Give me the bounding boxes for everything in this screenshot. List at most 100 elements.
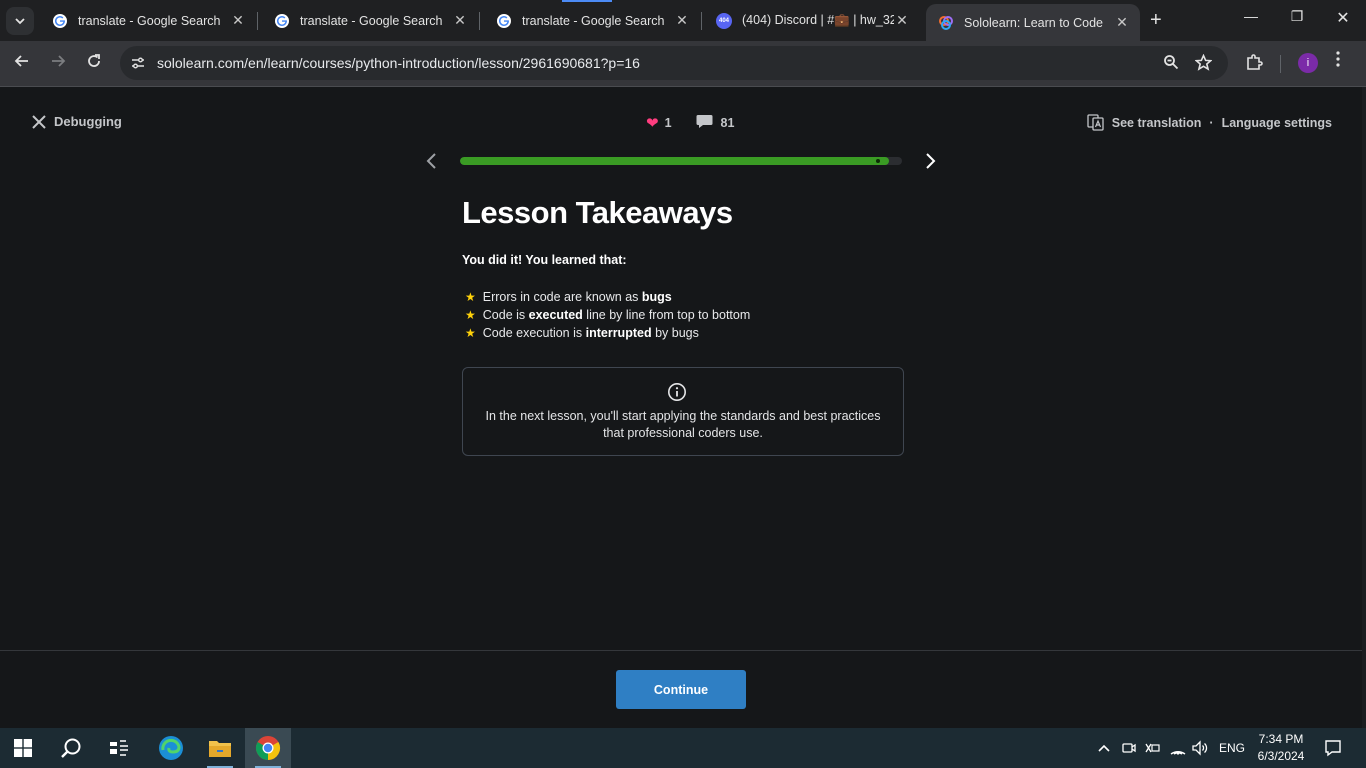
tab-divider	[479, 12, 480, 30]
google-icon	[274, 13, 290, 29]
clock[interactable]: 7:34 PM 6/3/2024	[1248, 731, 1314, 765]
lesson-intro: You did it! You learned that:	[462, 253, 627, 267]
url-text: sololearn.com/en/learn/courses/python-in…	[157, 55, 640, 71]
star-icon: ★	[465, 290, 476, 304]
takeaway-keyword: interrupted	[585, 326, 652, 340]
minimize-icon[interactable]: —	[1236, 8, 1266, 24]
scrollbar[interactable]	[1362, 87, 1366, 728]
tab-title: Sololearn: Learn to Code	[964, 15, 1103, 30]
close-tab-icon[interactable]: ✕	[230, 12, 246, 29]
close-tab-icon[interactable]: ✕	[894, 12, 910, 29]
lesson-page: Debugging ❤ 1 81 See translation · Langu…	[0, 87, 1366, 728]
star-icon: ★	[465, 326, 476, 340]
clock-date: 6/3/2024	[1257, 749, 1305, 763]
search-icon[interactable]	[48, 728, 94, 768]
clock-time: 7:34 PM	[1258, 732, 1304, 746]
wifi-icon[interactable]	[1169, 728, 1187, 768]
lesson-progress-bar	[460, 157, 902, 165]
forward-icon[interactable]	[47, 53, 69, 73]
chevron-left-icon	[426, 153, 436, 169]
more-menu-icon[interactable]	[1336, 51, 1340, 67]
close-icon	[32, 114, 46, 129]
close-tab-icon[interactable]: ✕	[452, 12, 468, 29]
profile-avatar[interactable]: i	[1298, 53, 1318, 73]
google-icon	[52, 13, 68, 29]
takeaway-keyword: bugs	[641, 290, 672, 304]
close-tab-icon[interactable]: ✕	[674, 12, 690, 29]
progress-marker	[876, 159, 880, 163]
progress-fill	[460, 157, 889, 165]
next-slide-button[interactable]	[922, 151, 938, 176]
tab-title: translate - Google Search	[300, 13, 443, 28]
chrome-icon[interactable]	[245, 728, 291, 768]
show-hidden-icons[interactable]	[1097, 728, 1111, 768]
tab-search-button[interactable]	[6, 7, 34, 35]
google-icon	[496, 13, 512, 29]
takeaway-item: ★ Errors in code are known as bugs	[465, 288, 750, 306]
browser-tab[interactable]: translate - Google Search ✕	[484, 4, 700, 37]
toolbar-divider	[1280, 55, 1281, 73]
takeaway-text: Code execution is	[482, 326, 586, 340]
takeaway-item: ★ Code execution is interrupted by bugs	[465, 324, 750, 342]
reload-icon[interactable]	[83, 53, 105, 73]
volume-icon[interactable]	[1191, 728, 1209, 768]
browser-toolbar: sololearn.com/en/learn/courses/python-in…	[0, 41, 1366, 86]
translation-controls: See translation · Language settings	[1087, 114, 1332, 131]
continue-button[interactable]: Continue	[616, 670, 746, 709]
site-info-icon[interactable]	[128, 53, 148, 73]
extensions-icon[interactable]	[1245, 53, 1263, 76]
lesson-title: Lesson Takeaways	[462, 195, 733, 230]
translate-icon	[1087, 114, 1104, 131]
comments-count[interactable]: 81	[721, 116, 735, 130]
camera-icon[interactable]	[1121, 728, 1137, 768]
tab-divider	[701, 12, 702, 30]
discord-404-icon: 404	[716, 12, 732, 29]
comment-icon[interactable]	[696, 114, 713, 132]
keyboard-icon[interactable]	[1144, 728, 1160, 768]
language-settings-link[interactable]: Language settings	[1222, 116, 1332, 130]
file-explorer-icon[interactable]	[197, 728, 243, 768]
tab-strip: translate - Google Search ✕ translate - …	[0, 0, 1366, 41]
tab-divider	[257, 12, 258, 30]
chevron-down-icon	[15, 18, 25, 25]
info-icon	[667, 382, 687, 407]
browser-tab-active[interactable]: Sololearn: Learn to Code ✕	[926, 4, 1140, 41]
back-icon[interactable]	[11, 53, 33, 73]
heart-icon[interactable]: ❤	[646, 114, 659, 132]
browser-tab[interactable]: translate - Google Search ✕	[40, 4, 256, 37]
browser-tab[interactable]: 404 (404) Discord | #💼 | hw_32 | ✕	[704, 4, 920, 37]
lesson-stats: ❤ 1 81	[646, 114, 734, 132]
previous-slide-button[interactable]	[424, 151, 440, 176]
see-translation-link[interactable]: See translation	[1112, 116, 1202, 130]
zoom-icon[interactable]	[1163, 54, 1179, 75]
task-view-icon[interactable]	[96, 728, 142, 768]
takeaway-item: ★ Code is executed line by line from top…	[465, 306, 750, 324]
address-bar[interactable]: sololearn.com/en/learn/courses/python-in…	[120, 46, 1228, 80]
takeaway-text: by bugs	[651, 326, 699, 340]
notifications-icon[interactable]	[1324, 728, 1342, 768]
tab-title: (404) Discord | #💼 | hw_32 |	[742, 13, 894, 27]
lesson-name: Debugging	[54, 114, 122, 129]
bookmark-star-icon[interactable]	[1194, 53, 1213, 76]
takeaway-text: Errors in code are known as	[482, 290, 642, 304]
close-tab-icon[interactable]: ✕	[1114, 14, 1130, 31]
new-tab-button[interactable]: +	[1150, 10, 1162, 30]
chevron-right-icon	[926, 153, 936, 169]
separator: ·	[1209, 115, 1214, 130]
edge-icon[interactable]	[148, 728, 194, 768]
likes-count: 1	[664, 116, 672, 130]
close-window-icon[interactable]: ✕	[1328, 8, 1358, 28]
close-lesson-button[interactable]: Debugging	[32, 114, 122, 129]
info-callout: In the next lesson, you'll start applyin…	[462, 367, 904, 456]
footer-divider	[0, 650, 1362, 651]
sololearn-icon	[938, 15, 954, 31]
info-text: In the next lesson, you'll start applyin…	[485, 409, 881, 440]
taskbar: ENG 7:34 PM 6/3/2024	[0, 728, 1366, 768]
restore-icon[interactable]: ❐	[1282, 8, 1312, 25]
windows-start-icon[interactable]	[0, 728, 46, 768]
takeaways-list: ★ Errors in code are known as bugs ★ Cod…	[465, 288, 750, 342]
browser-tab[interactable]: translate - Google Search ✕	[262, 4, 478, 37]
takeaway-keyword: executed	[528, 308, 583, 322]
tab-loading-indicator	[562, 0, 612, 2]
input-language[interactable]: ENG	[1219, 728, 1245, 768]
